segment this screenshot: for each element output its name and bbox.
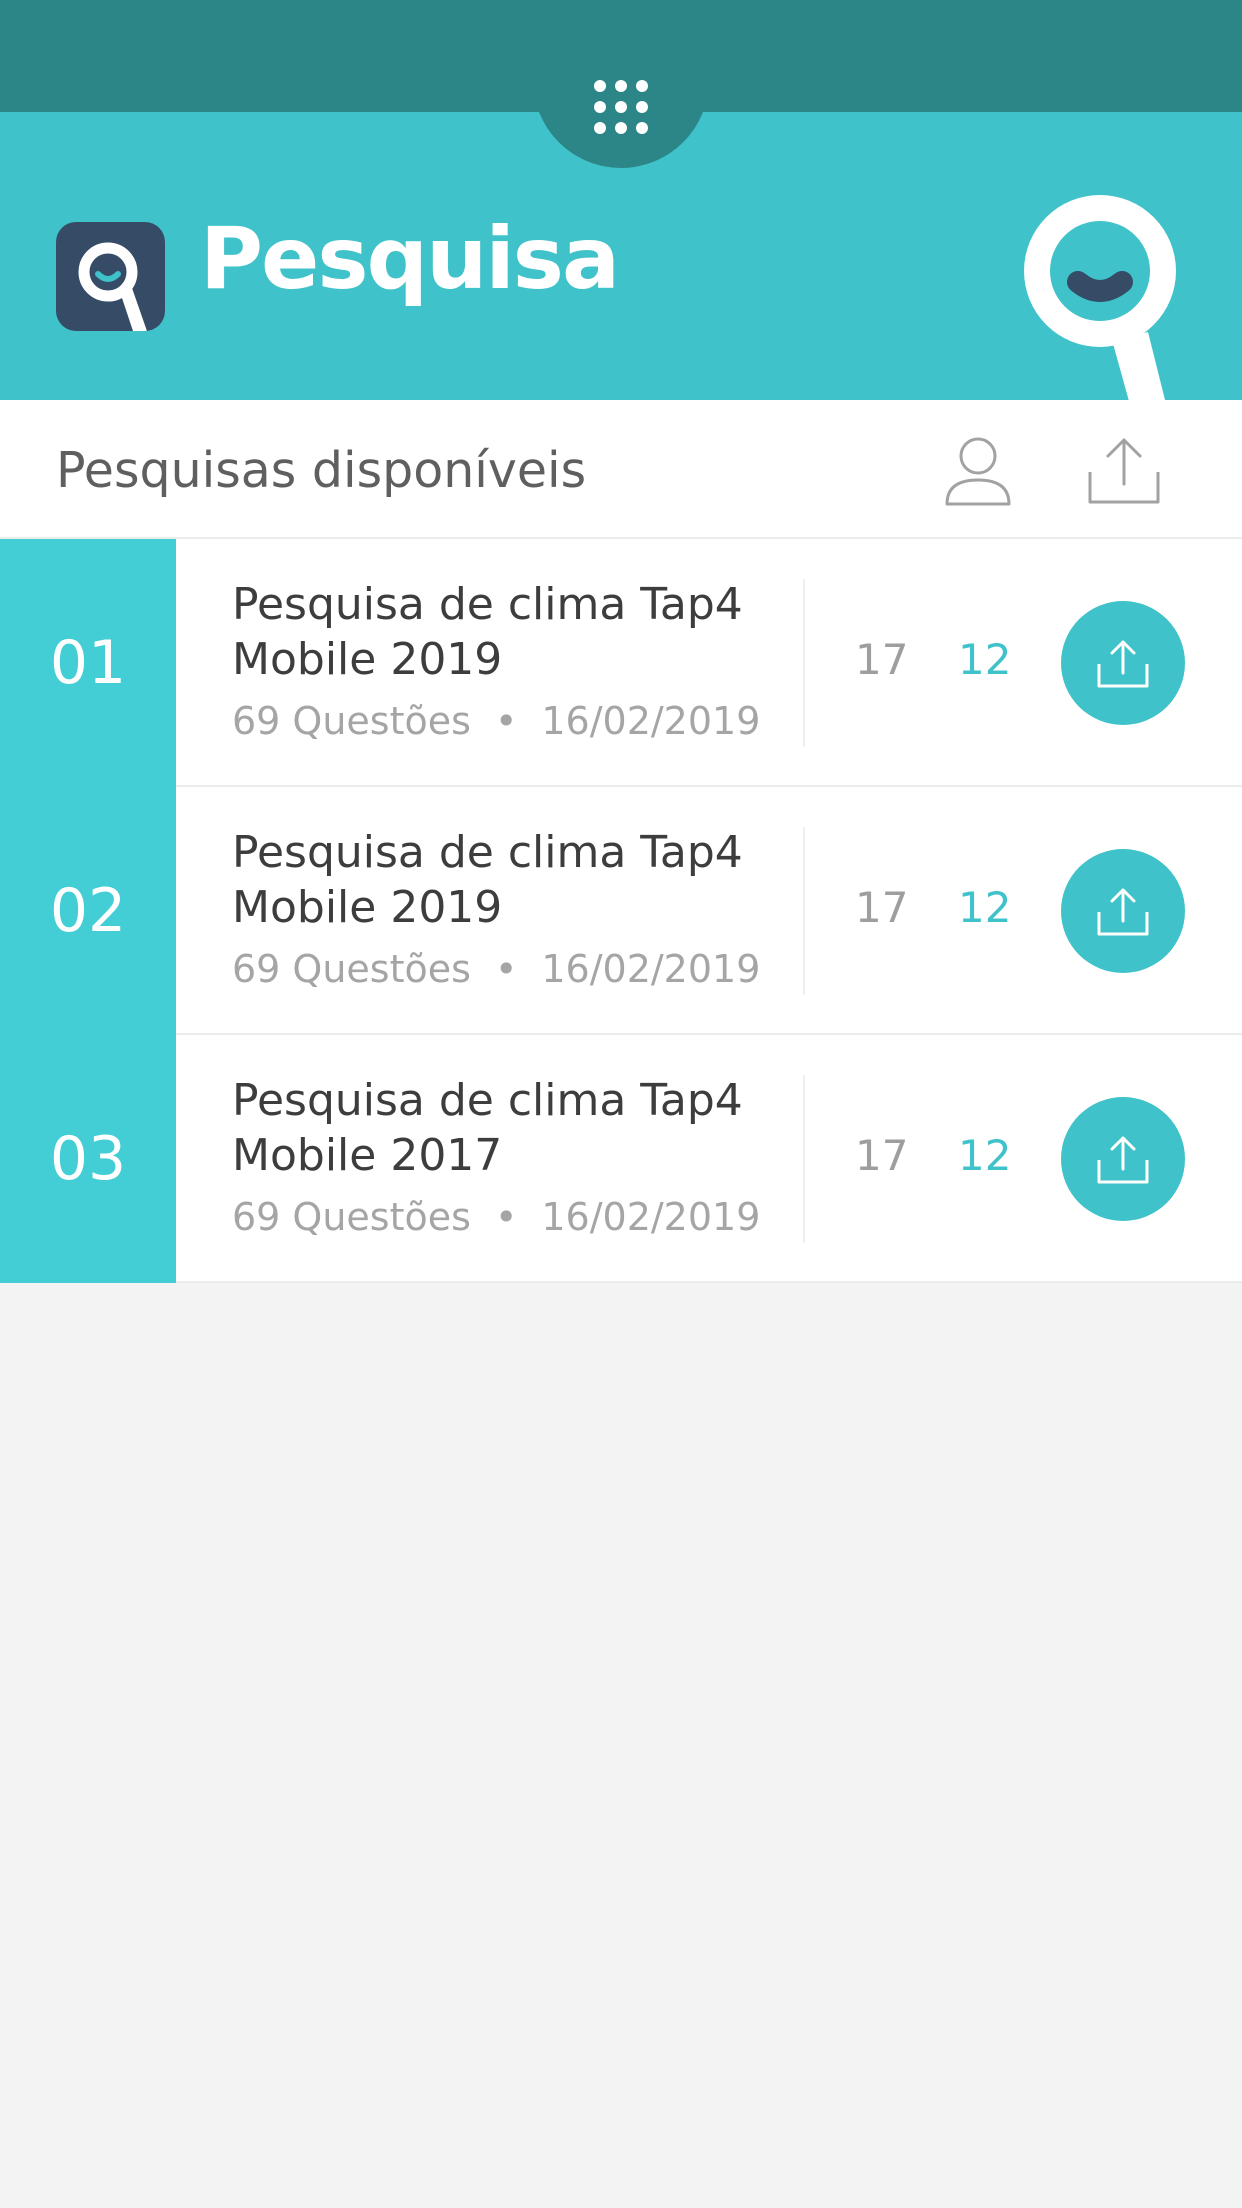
count-gray: 17	[855, 883, 909, 932]
grid-menu-icon	[594, 80, 648, 134]
survey-meta: 69 Questões • 16/02/2019	[232, 947, 760, 991]
item-number: 02	[49, 876, 127, 946]
survey-title: Pesquisa de clima Tap4 Mobile 2017	[232, 1075, 743, 1181]
divider	[803, 827, 805, 995]
count-gray: 17	[855, 1131, 909, 1180]
survey-date: 16/02/2019	[541, 1195, 761, 1239]
upload-survey-button[interactable]	[1061, 1097, 1185, 1221]
upload-icon	[1097, 1136, 1149, 1184]
count-gray: 17	[855, 635, 909, 684]
upload-icon	[1097, 888, 1149, 936]
question-count: 69 Questões	[232, 1195, 471, 1239]
survey-meta: 69 Questões • 16/02/2019	[232, 1195, 760, 1239]
list-item[interactable]: 01 Pesquisa de clima Tap4 Mobile 2019 69…	[0, 539, 1242, 787]
magnifier-smile-logo-icon	[56, 222, 165, 331]
divider	[803, 1075, 805, 1243]
survey-title: Pesquisa de clima Tap4 Mobile 2019	[232, 579, 743, 685]
question-count: 69 Questões	[232, 947, 471, 991]
list-item[interactable]: 03 Pesquisa de clima Tap4 Mobile 2017 69…	[0, 1035, 1242, 1283]
item-number: 03	[49, 1124, 127, 1194]
upload-all-button[interactable]	[1084, 430, 1164, 510]
app-title: Pesquisa	[200, 209, 620, 309]
question-count: 69 Questões	[232, 699, 471, 743]
subheader: Pesquisas disponíveis	[0, 400, 1242, 539]
count-accent: 12	[958, 1131, 1012, 1180]
count-accent: 12	[958, 883, 1012, 932]
magnifier-smile-decoration-icon	[1000, 172, 1242, 400]
meta-separator: •	[494, 947, 518, 991]
survey-meta: 69 Questões • 16/02/2019	[232, 699, 760, 743]
upload-icon	[1088, 438, 1160, 504]
survey-date: 16/02/2019	[541, 699, 761, 743]
upload-survey-button[interactable]	[1061, 601, 1185, 725]
meta-separator: •	[494, 699, 518, 743]
page-title: Pesquisas disponíveis	[56, 442, 587, 499]
item-number: 01	[49, 628, 127, 698]
upload-icon	[1097, 640, 1149, 688]
divider	[803, 579, 805, 747]
survey-title: Pesquisa de clima Tap4 Mobile 2019	[232, 827, 743, 933]
user-icon	[945, 437, 1011, 506]
item-number-block: 02	[0, 787, 176, 1035]
list-item[interactable]: 02 Pesquisa de clima Tap4 Mobile 2019 69…	[0, 787, 1242, 1035]
survey-date: 16/02/2019	[541, 947, 761, 991]
item-number-block: 01	[0, 539, 176, 787]
meta-separator: •	[494, 1195, 518, 1239]
upload-survey-button[interactable]	[1061, 849, 1185, 973]
count-accent: 12	[958, 635, 1012, 684]
item-number-block: 03	[0, 1035, 176, 1283]
user-button[interactable]	[938, 430, 1018, 510]
survey-list: 01 Pesquisa de clima Tap4 Mobile 2019 69…	[0, 539, 1242, 1283]
